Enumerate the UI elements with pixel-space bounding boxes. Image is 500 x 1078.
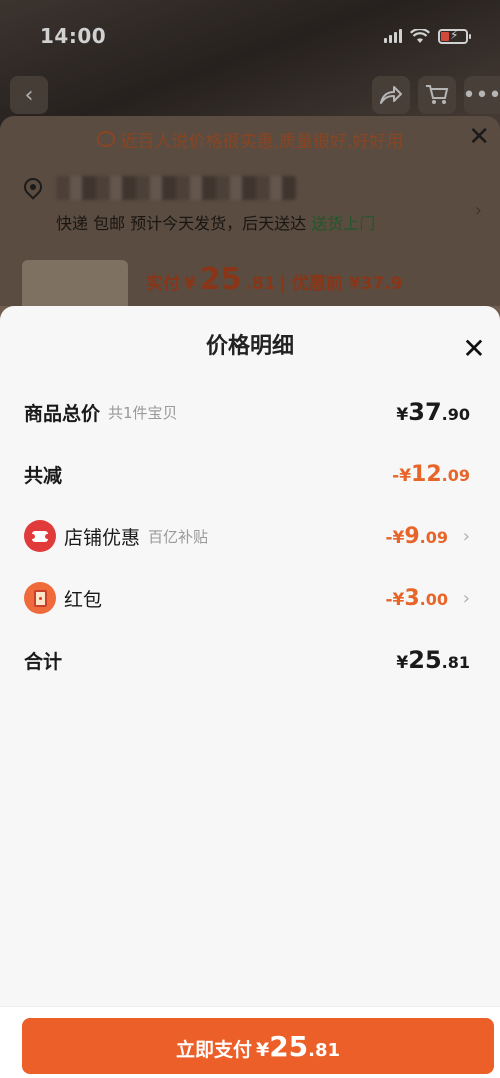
promo-text: 近百人说价格很实惠,质量很好,好好用 <box>120 131 404 152</box>
currency: ¥ <box>396 405 409 425</box>
goods-total-amount: ¥ 37 .90 <box>396 398 470 426</box>
currency: -¥ <box>392 465 412 486</box>
signal-icon <box>384 29 402 43</box>
amount-integer: 25 <box>408 646 442 674</box>
chevron-right-icon: › <box>462 525 470 547</box>
amount-decimal: .00 <box>419 589 448 609</box>
status-icons: ⚡ <box>384 28 471 44</box>
row-sub: 共1件宝贝 <box>108 403 178 422</box>
row-label: 红包 <box>64 588 103 611</box>
coupon-icon <box>24 520 56 552</box>
status-bar: 14:00 ⚡ <box>0 0 500 72</box>
amount-decimal: .09 <box>441 465 470 485</box>
paid-decimal: .81 <box>245 274 276 294</box>
screen: 14:00 ⚡ ‹ ••• 近百人说价格很实惠,质量很好,好好用 ✕ 快递 包邮… <box>0 0 500 1078</box>
currency: -¥ <box>385 527 405 548</box>
wifi-icon <box>410 28 430 43</box>
price-before-discount: | 优惠前 ¥37.9 <box>279 274 403 294</box>
amount-decimal: .09 <box>419 527 448 547</box>
background-close-icon[interactable]: ✕ <box>468 122 490 152</box>
currency: -¥ <box>385 589 405 610</box>
chevron-right-icon: › <box>474 200 482 221</box>
row-sub: 百亿补贴 <box>148 527 209 546</box>
more-icon[interactable]: ••• <box>463 76 500 114</box>
total-discount-amount: -¥ 12 .09 <box>392 462 470 487</box>
close-icon[interactable]: ✕ <box>456 330 492 366</box>
shipping-info: 快递 包邮 预计今天发货，后天送达 送货上门 <box>56 210 375 234</box>
row-label: 商品总价 <box>24 402 101 425</box>
row-label: 合计 <box>24 650 63 673</box>
row-store-discount[interactable]: 店铺优惠 百亿补贴 -¥ 9 .09 › <box>24 516 470 556</box>
pay-amount-integer: 25 <box>269 1030 309 1063</box>
red-packet-amount: -¥ 3 .00 <box>385 586 448 611</box>
paid-currency: ¥ <box>184 274 196 294</box>
delivery-highlight: 送货上门 <box>311 214 376 233</box>
amount-decimal: .90 <box>441 405 470 424</box>
pay-currency: ¥ <box>255 1039 270 1061</box>
currency: ¥ <box>396 653 409 673</box>
row-red-packet[interactable]: 红包 -¥ 3 .00 › <box>24 578 470 618</box>
status-time: 14:00 <box>40 24 107 48</box>
amount-integer: 12 <box>411 461 442 487</box>
row-label: 店铺优惠 <box>64 526 141 549</box>
row-total-discount: 共减 -¥ 12 .09 <box>24 454 470 494</box>
background-price: 实付 ¥ 25 .81 | 优惠前 ¥37.9 <box>146 262 403 297</box>
background-address[interactable]: 快递 包邮 预计今天发货，后天送达 送货上门 › <box>20 172 482 242</box>
blurred-address <box>56 176 296 200</box>
pay-amount-decimal: .81 <box>308 1040 341 1061</box>
paid-label: 实付 <box>146 274 180 294</box>
row-goods-total: 商品总价 共1件宝贝 ¥ 37 .90 <box>24 392 470 432</box>
paid-integer: 25 <box>199 262 242 297</box>
price-detail-sheet: 价格明细 ✕ 商品总价 共1件宝贝 ¥ 37 .90 共减 -¥ 12 .09 <box>0 306 500 1078</box>
cart-icon[interactable] <box>418 76 456 114</box>
back-arrow-icon[interactable]: ‹ <box>10 76 48 114</box>
sheet-title: 价格明细 <box>205 334 294 359</box>
chevron-right-icon: › <box>462 587 470 609</box>
amount-integer: 37 <box>408 398 442 426</box>
red-packet-icon <box>24 582 56 614</box>
amount-decimal: .81 <box>441 653 470 672</box>
background-promo-banner: 近百人说价格很实惠,质量很好,好好用 <box>0 116 500 162</box>
amount-integer: 9 <box>404 523 420 549</box>
amount-integer: 3 <box>404 585 420 611</box>
row-label: 共减 <box>24 464 63 487</box>
location-pin-icon <box>20 174 46 200</box>
shipping-text: 快递 包邮 预计今天发货，后天送达 <box>56 214 307 233</box>
comment-icon <box>96 131 115 147</box>
share-icon[interactable] <box>372 76 410 114</box>
pay-button-label: 立即支付 <box>175 1039 252 1061</box>
battery-icon: ⚡ <box>438 28 471 44</box>
grand-total-amount: ¥ 25 .81 <box>396 646 470 674</box>
row-grand-total: 合计 ¥ 25 .81 <box>24 640 470 680</box>
store-discount-amount: -¥ 9 .09 <box>385 524 448 549</box>
pay-now-button[interactable]: 立即支付 ¥ 25 .81 <box>22 1018 494 1074</box>
